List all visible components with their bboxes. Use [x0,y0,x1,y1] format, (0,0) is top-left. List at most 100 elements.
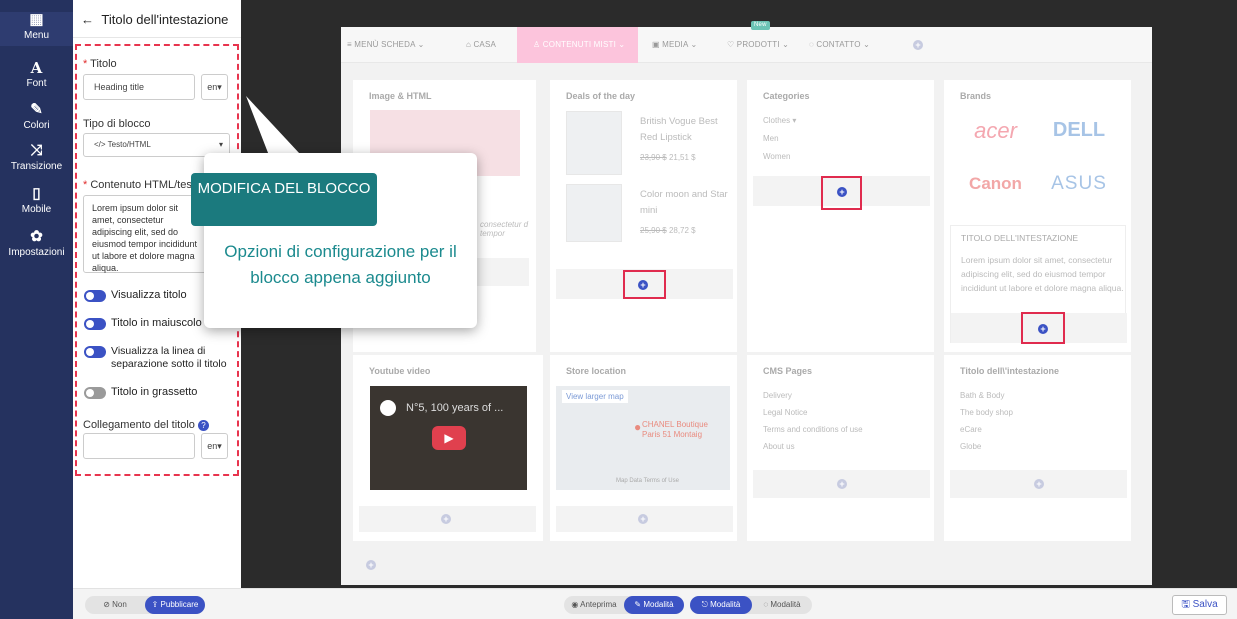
save-icon: 🖫 [1181,599,1193,610]
add-block-icon[interactable]: + [837,479,847,489]
left-nav: ▦ Menu A Font ✎ Colori ⤨ Transizione ▯ M… [0,0,73,619]
mobile-icon: ▯ [32,185,41,202]
contenuto-label: * Contenuto HTML/testo [83,179,202,191]
play-icon[interactable]: ▶ [432,426,466,450]
toggle-label: Titolo in grassetto [111,386,198,398]
column-title: Store location [566,366,627,376]
map-place-label: CHANEL Boutique Paris 51 Montaig [642,420,708,439]
add-block-icon[interactable]: + [638,514,648,524]
heading-link[interactable]: The body shop [960,408,1013,417]
link-input[interactable] [83,433,195,459]
toggle-titolo-grassetto[interactable] [84,387,106,399]
add-block-icon[interactable]: + [441,514,451,524]
modalita-mobile-button[interactable]: ◌ Modalità [753,596,811,614]
callout-description: Opzioni di configurazione per il blocco … [224,242,457,287]
cms-link[interactable]: Legal Notice [763,408,807,417]
column-title: Titolo dell\'intestazione [960,366,1059,376]
map-embed[interactable]: View larger map CHANEL Boutique Paris 51… [556,386,730,490]
titolo-label: * Titolo [83,58,117,70]
titolo-input[interactable]: Heading title [83,74,195,100]
column-title: Youtube video [369,366,431,376]
non-button[interactable]: ⊘ Non [87,596,143,614]
menu-tab-item[interactable]: ≡ MENÙ SCHEDA ⌄ [347,27,425,63]
map-pin-icon: ● [634,420,642,434]
heading-block: TITOLO DELL'INTESTAZIONE Lorem ipsum dol… [950,225,1127,344]
toggle-label: Titolo in maiuscolo [111,317,202,329]
dell-logo: DELL [1052,119,1106,141]
new-badge: New [751,21,770,30]
heading-link[interactable]: eCare [960,425,982,434]
product-name[interactable]: British Vogue Best Red Lipstick [640,114,730,146]
titolo-lang-select[interactable]: en▾ [201,74,228,100]
nav-impostazioni[interactable]: ✿ Impostazioni [0,228,73,259]
pubblicare-button[interactable]: ⇪ Pubblicare [145,596,205,614]
menu-contact-item[interactable]: ◌ CONTATTO ⌄ [809,27,870,63]
youtube-video-thumbnail[interactable]: N°5, 100 years of ... ▶ [370,386,527,490]
save-button[interactable]: 🖫 Salva [1172,595,1227,615]
callout-tooltip: MODIFICA DEL BLOCCO Opzioni di configura… [191,153,477,328]
asus-logo: ASUS [1051,173,1107,194]
column-title: Categories [763,91,810,101]
menu-home-item[interactable]: ⌂ CASA [466,27,496,63]
tipo-label: Tipo di blocco [83,118,151,130]
heading-block-text: Lorem ipsum dolor sit amet, consectetur … [961,255,1124,293]
highlight-box [821,176,862,210]
link-lang-select[interactable]: en▾ [201,433,228,459]
anteprima-button[interactable]: ◉ Anteprima [566,596,622,614]
heading-link[interactable]: Globe [960,442,981,451]
add-row-icon[interactable]: + [366,560,376,570]
nav-mobile[interactable]: ▯ Mobile [0,185,73,216]
grid-icon: ▦ [29,11,44,28]
add-menu-icon[interactable]: + [913,40,923,50]
modalita-edit-button[interactable]: ✎ Modalità [624,596,684,614]
menu-media-item[interactable]: ▣ MEDIA ⌄ [652,27,697,63]
bottom-toolbar: ⊘ Non ⇪ Pubblicare ◉ Anteprima ✎ Modalit… [73,588,1237,619]
column-youtube: Youtube video N°5, 100 years of ... ▶ + [353,355,543,541]
nav-font[interactable]: A Font [0,60,73,89]
nav-colori[interactable]: ✎ Colori [0,101,73,132]
add-block-icon[interactable]: + [1034,479,1044,489]
font-icon: A [30,59,43,77]
cms-link[interactable]: About us [763,442,795,451]
back-arrow-icon[interactable]: ← [81,12,94,27]
panel-header: ← Titolo dell'intestazione [73,0,241,38]
product-price: 25,90 $ 28,72 $ [640,226,696,235]
link-label: Collegamento del titolo ? [83,419,209,431]
category-item[interactable]: Women [763,152,790,161]
column-store-location: Store location View larger map CHANEL Bo… [550,355,737,541]
lipstick-image [566,111,622,175]
map-footer: Map Data Terms of Use [616,478,679,484]
panel-title: Titolo dell'intestazione [101,12,229,27]
column-deals: Deals of the day British Vogue Best Red … [550,80,737,352]
column-title: Brands [960,91,992,101]
nav-transizione[interactable]: ⤨ Transizione [0,143,73,173]
column-title: CMS Pages [763,366,813,376]
column-categories: Categories Clothes ▾ Men Women + [747,80,934,352]
product-name[interactable]: Color moon and Star mini [640,187,730,219]
toggle-titolo-maiuscolo[interactable] [84,318,106,330]
help-icon[interactable]: ? [197,419,209,431]
column-title: Deals of the day [566,91,636,101]
menu-products-item[interactable]: ♡ PRODOTTI ⌄ New [727,21,789,63]
cms-link[interactable]: Delivery [763,391,792,400]
chanel-avatar [380,400,396,416]
toggle-visualizza-titolo[interactable] [84,290,106,302]
nav-menu[interactable]: ▦ Menu [0,12,73,46]
highlight-box [1021,312,1065,344]
heading-block-title: TITOLO DELL'INTESTAZIONE [961,233,1079,243]
modalita-desktop-button[interactable]: ⎋ Modalità [690,596,752,614]
view-larger-map-link[interactable]: View larger map [562,390,628,403]
toggle-linea-separazione[interactable] [84,346,106,358]
column-title: Image & HTML [369,91,432,101]
gear-icon: ✿ [30,228,43,245]
menu-mixed-item[interactable]: ♙ CONTENUTI MISTI ⌄ [517,27,638,63]
toggle-label: Visualizza la linea di separazione sotto… [111,345,227,370]
category-item[interactable]: Men [763,134,779,143]
brush-icon: ✎ [30,101,43,118]
category-item[interactable]: Clothes ▾ [763,116,796,125]
cms-link[interactable]: Terms and conditions of use [763,425,863,434]
video-title: N°5, 100 years of ... [406,402,504,414]
product-price: 23,90 $ 21,51 $ [640,153,696,162]
heading-link[interactable]: Bath & Body [960,391,1004,400]
preview-menu: ≡ MENÙ SCHEDA ⌄ ⌂ CASA ♙ CONTENUTI MISTI… [341,21,1152,63]
